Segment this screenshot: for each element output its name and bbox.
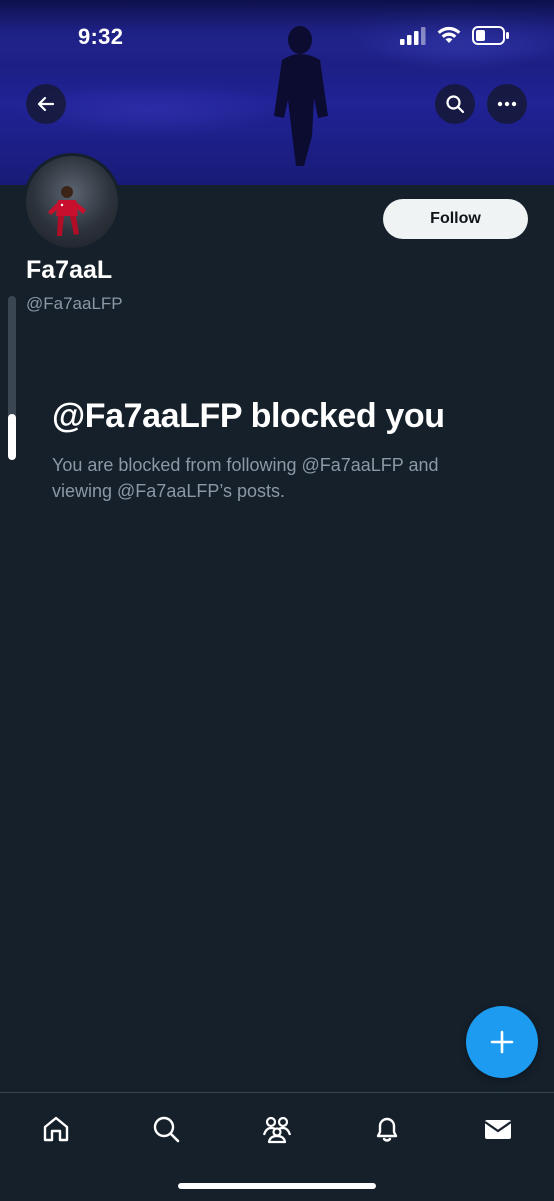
tab-messages[interactable] bbox=[478, 1109, 518, 1149]
avatar-player-image bbox=[48, 186, 86, 236]
profile-handle: @Fa7aaLFP bbox=[26, 294, 123, 313]
tab-search[interactable] bbox=[146, 1109, 186, 1149]
status-icons bbox=[400, 26, 510, 45]
tab-home[interactable] bbox=[36, 1109, 76, 1149]
communities-icon bbox=[262, 1116, 292, 1144]
search-icon bbox=[153, 1116, 180, 1143]
tab-notifications[interactable] bbox=[367, 1109, 407, 1149]
scrollbar-thumb[interactable] bbox=[8, 414, 16, 460]
blocked-description: You are blocked from following @Fa7aaLFP… bbox=[52, 455, 439, 501]
more-button[interactable] bbox=[487, 84, 527, 124]
plus-icon bbox=[490, 1030, 514, 1054]
compose-button[interactable] bbox=[466, 1006, 538, 1078]
search-icon bbox=[446, 95, 465, 114]
battery-icon bbox=[472, 26, 509, 45]
notifications-icon bbox=[376, 1117, 398, 1142]
back-arrow-icon bbox=[37, 96, 55, 112]
signal-icon bbox=[400, 26, 426, 45]
follow-button[interactable]: Follow bbox=[383, 199, 528, 239]
status-bar: 9:32 bbox=[0, 0, 554, 70]
tab-communities[interactable] bbox=[257, 1109, 297, 1149]
avatar[interactable] bbox=[23, 153, 121, 251]
blocked-title: @Fa7aaLFP blocked you bbox=[52, 397, 445, 435]
wifi-icon bbox=[437, 26, 461, 43]
search-button[interactable] bbox=[435, 84, 475, 124]
more-icon bbox=[497, 101, 517, 107]
back-button[interactable] bbox=[26, 84, 66, 124]
messages-icon bbox=[484, 1120, 512, 1139]
home-indicator bbox=[178, 1183, 376, 1189]
status-time: 9:32 bbox=[78, 24, 124, 49]
display-name: Fa7aaL bbox=[26, 256, 113, 284]
home-icon bbox=[43, 1116, 69, 1142]
